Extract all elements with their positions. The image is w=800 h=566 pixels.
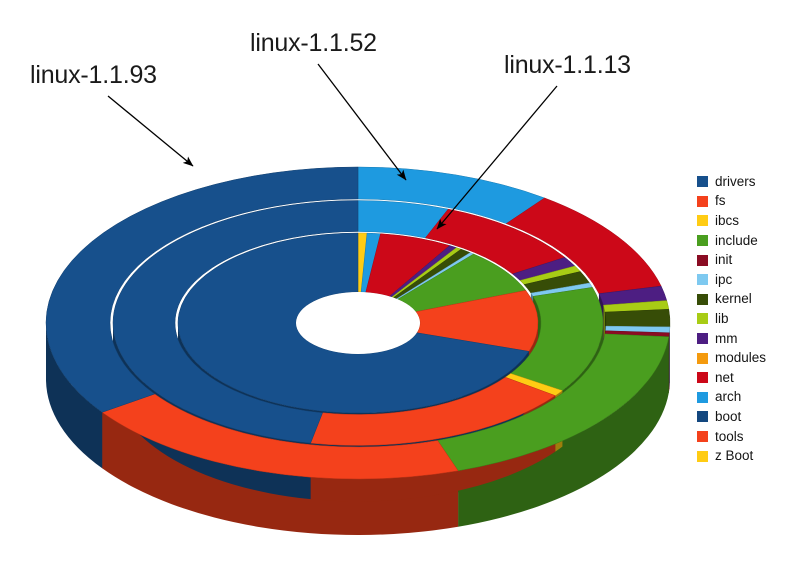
callout-label-2: linux-1.1.52 <box>250 29 377 57</box>
legend-item-label: mm <box>715 330 738 346</box>
legend-item-label: arch <box>715 389 742 405</box>
callout-arrow <box>317 63 407 181</box>
legend-item-label: init <box>715 252 733 268</box>
legend-item[interactable]: boot <box>697 407 797 427</box>
legend-item[interactable]: lib <box>697 309 797 329</box>
legend-item-label: modules <box>715 350 767 366</box>
legend-item-label: kernel <box>715 291 752 307</box>
legend-item-label: net <box>715 369 734 385</box>
legend-swatch-icon <box>697 176 708 188</box>
legend-swatch-icon <box>697 254 708 266</box>
callout-arrow <box>107 95 194 167</box>
callout-label-1: linux-1.1.93 <box>30 61 157 89</box>
legend-item[interactable]: fs <box>697 192 797 212</box>
legend-item[interactable]: init <box>697 250 797 270</box>
legend-item-label: lib <box>715 310 729 326</box>
legend-item[interactable]: tools <box>697 427 797 447</box>
legend-item[interactable]: ipc <box>697 270 797 290</box>
chart-legend: drivers fs ibcs include init ipc kernel lib mm mo… <box>697 172 797 466</box>
legend-item[interactable]: modules <box>697 348 797 368</box>
legend-item[interactable]: ibcs <box>697 211 797 231</box>
callout-arrow <box>436 85 558 230</box>
legend-swatch-icon <box>697 391 708 403</box>
legend-swatch-icon <box>697 293 708 305</box>
legend-item[interactable]: drivers <box>697 172 797 192</box>
legend-item-label: z Boot <box>715 448 754 464</box>
chart-root: linux-1.1.93 linux-1.1.52 linux-1.1.13 d… <box>0 0 800 566</box>
legend-item-label: include <box>715 232 758 248</box>
legend-item[interactable]: net <box>697 368 797 388</box>
legend-item[interactable]: mm <box>697 329 797 349</box>
legend-item[interactable]: include <box>697 231 797 251</box>
legend-swatch-icon <box>697 235 708 247</box>
legend-item-label: ibcs <box>715 212 740 228</box>
legend-swatch-icon <box>697 372 708 384</box>
legend-item-label: tools <box>715 428 744 444</box>
legend-item[interactable]: kernel <box>697 290 797 310</box>
legend-swatch-icon <box>697 313 708 325</box>
legend-swatch-icon <box>697 411 708 423</box>
legend-swatch-icon <box>697 333 708 345</box>
callout-label-3: linux-1.1.13 <box>504 51 631 79</box>
legend-item-label: fs <box>715 193 726 209</box>
legend-swatch-icon <box>697 431 708 443</box>
legend-swatch-icon <box>697 450 708 462</box>
legend-swatch-icon <box>697 352 708 364</box>
legend-swatch-icon <box>697 215 708 227</box>
legend-item-label: drivers <box>715 173 756 189</box>
legend-item[interactable]: arch <box>697 388 797 408</box>
legend-item-label: boot <box>715 408 742 424</box>
legend-item-label: ipc <box>715 271 733 287</box>
legend-item[interactable]: z Boot <box>697 446 797 466</box>
legend-swatch-icon <box>697 274 708 286</box>
legend-swatch-icon <box>697 195 708 207</box>
